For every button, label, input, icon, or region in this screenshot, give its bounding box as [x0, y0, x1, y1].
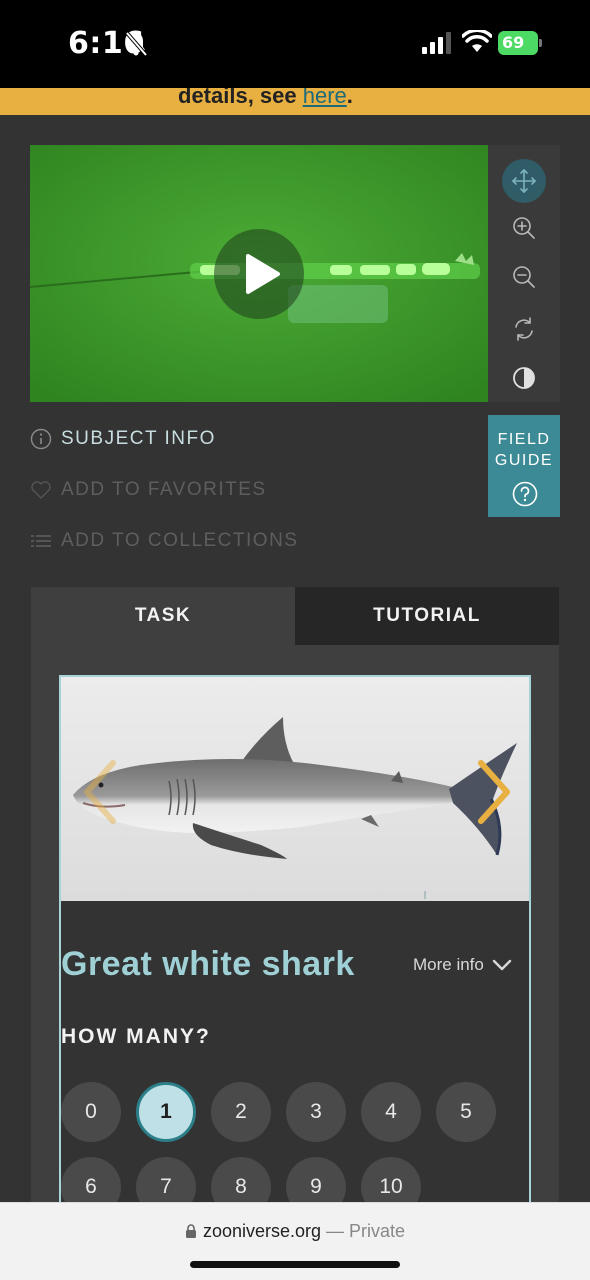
field-guide-button[interactable]: FIELD GUIDE	[488, 415, 560, 517]
count-option-5[interactable]: 5	[436, 1082, 496, 1142]
list-icon	[31, 535, 51, 547]
home-indicator[interactable]	[190, 1261, 400, 1268]
battery-cap	[539, 39, 542, 47]
task-tabs: TASK TUTORIAL	[31, 587, 559, 645]
count-option-4[interactable]: 4	[361, 1082, 421, 1142]
count-option-3[interactable]: 3	[286, 1082, 346, 1142]
count-option-2[interactable]: 2	[211, 1082, 271, 1142]
help-icon	[512, 481, 538, 507]
chevron-left-icon[interactable]	[75, 757, 125, 827]
url-domain: zooniverse.org	[202, 1221, 322, 1241]
add-to-favorites-link[interactable]: ADD TO FAVORITES	[30, 475, 267, 505]
move-tool-button[interactable]	[502, 159, 546, 203]
invert-button[interactable]	[502, 356, 546, 400]
count-option-0[interactable]: 0	[61, 1082, 121, 1142]
add-to-collections-label: ADD TO COLLECTIONS	[61, 530, 299, 551]
banner-text-prefix: details, see	[178, 88, 303, 108]
banner-text: details, see here.	[178, 88, 353, 109]
banner-text-suffix: .	[346, 88, 353, 108]
battery-charging-icon: 69	[498, 31, 542, 55]
add-to-collections-link[interactable]: ADD TO COLLECTIONS	[30, 526, 298, 556]
task-panel: TASK TUTORIAL Great white shark More inf…	[31, 587, 559, 1280]
info-icon	[30, 428, 52, 450]
field-guide-label-1: FIELD	[497, 431, 551, 448]
wifi-icon	[462, 30, 492, 52]
tab-tutorial[interactable]: TUTORIAL	[295, 587, 559, 645]
browsing-mode: Private	[349, 1221, 406, 1241]
lock-icon	[185, 1224, 196, 1238]
more-info-toggle[interactable]: More info	[413, 955, 512, 975]
add-to-favorites-label: ADD TO FAVORITES	[61, 479, 267, 500]
shark-illustration	[61, 677, 529, 901]
play-button[interactable]	[214, 229, 304, 319]
status-bar: 6:16 69	[0, 0, 590, 88]
chevron-right-icon[interactable]	[469, 757, 519, 827]
invert-icon	[513, 367, 535, 389]
species-name: Great white shark	[61, 945, 355, 983]
battery-level: 69	[498, 31, 538, 55]
zoom-out-button[interactable]	[502, 255, 546, 299]
browser-address-bar[interactable]: zooniverse.org — Private	[0, 1202, 590, 1280]
heart-icon	[31, 481, 51, 499]
zoom-in-button[interactable]	[502, 206, 546, 250]
field-guide-label-2: GUIDE	[494, 452, 554, 469]
chevron-down-icon	[492, 959, 512, 971]
subject-viewer[interactable]	[30, 145, 488, 402]
play-icon	[246, 254, 280, 294]
species-image	[61, 677, 529, 901]
bell-off-icon	[125, 31, 148, 57]
app-root: 6:16 69 details, see here. SUBJECT INFO …	[0, 0, 590, 1280]
how-many-label: HOW MANY?	[61, 1025, 211, 1048]
banner-link[interactable]: here	[303, 88, 347, 108]
zoom-out-icon	[513, 266, 535, 288]
species-card: Great white shark More info HOW MANY? 0 …	[59, 675, 531, 1280]
zoom-in-icon	[513, 217, 535, 239]
rotate-button[interactable]	[502, 307, 546, 351]
tab-task[interactable]: TASK	[31, 587, 295, 645]
url-separator: —	[321, 1221, 350, 1241]
cellular-signal-icon	[422, 32, 451, 54]
image-toolbar	[488, 145, 560, 402]
rotate-icon	[515, 317, 533, 341]
move-icon	[512, 169, 536, 193]
more-info-label: More info	[413, 955, 484, 974]
announcement-banner: details, see here.	[0, 88, 590, 115]
subject-info-link[interactable]: SUBJECT INFO	[30, 424, 216, 454]
subject-info-label: SUBJECT INFO	[61, 428, 216, 449]
count-option-1[interactable]: 1	[136, 1082, 196, 1142]
url-display[interactable]: zooniverse.org — Private	[0, 1221, 590, 1242]
